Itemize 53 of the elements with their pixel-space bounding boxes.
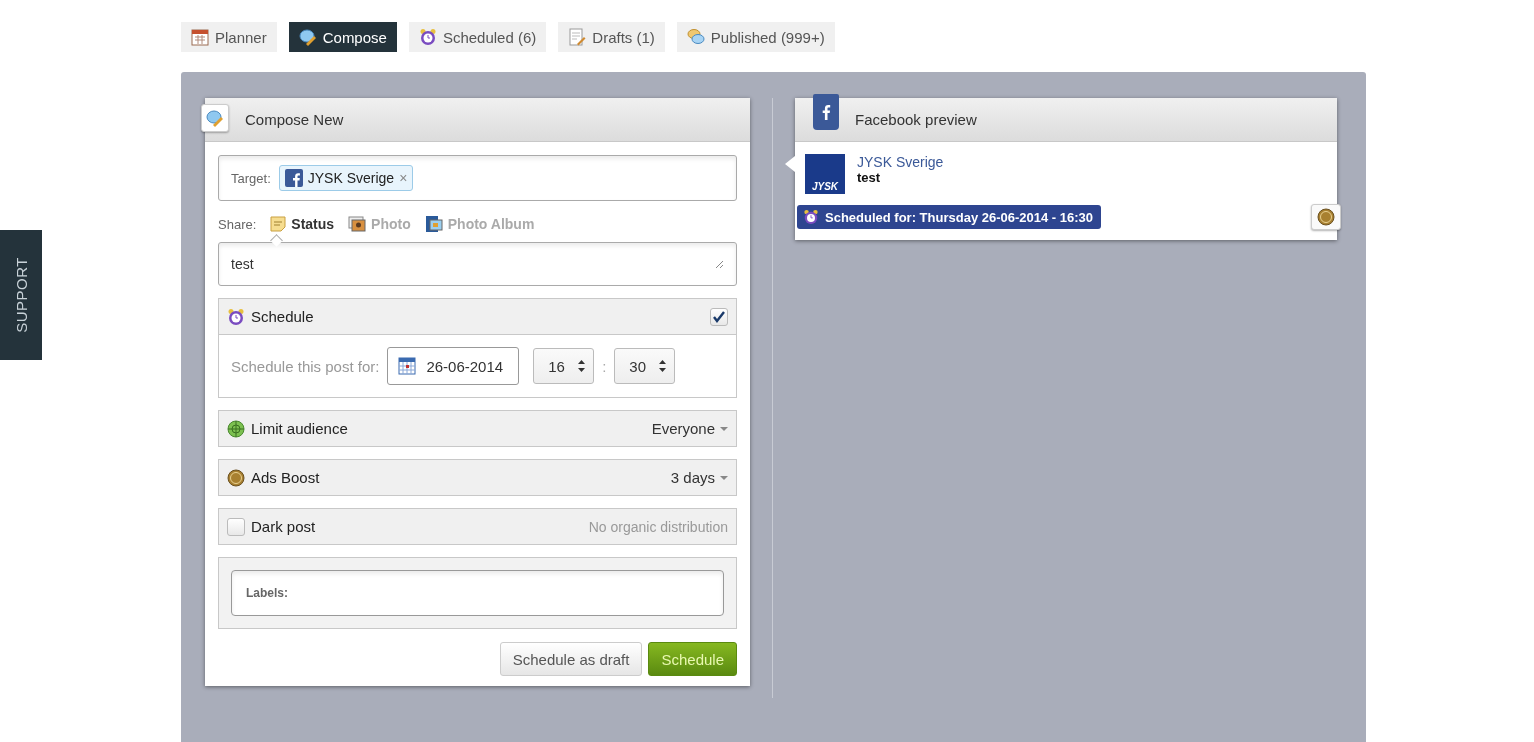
- speech-bubble-pencil-icon: [206, 109, 224, 127]
- speech-bubbles-icon: [686, 28, 705, 46]
- page-name-link[interactable]: JYSK Sverige: [857, 154, 944, 170]
- support-tab[interactable]: SUPPORT: [0, 230, 42, 360]
- chip-label: JYSK Sverige: [307, 170, 395, 186]
- draft-button[interactable]: Schedule as draft: [499, 642, 643, 676]
- nav-tab[interactable]: Planner: [181, 22, 277, 52]
- option-label: Ads Boost: [251, 469, 320, 486]
- option-label: Limit audience: [251, 420, 348, 437]
- photo-icon: [348, 216, 367, 232]
- message-field[interactable]: test: [218, 242, 737, 286]
- document-pencil-icon: [568, 28, 587, 46]
- nav-tab[interactable]: Drafts (1): [558, 22, 665, 52]
- resize-grip-icon: [715, 259, 724, 269]
- photo-album-icon: [424, 215, 443, 233]
- nav-tab[interactable]: Compose: [288, 22, 397, 52]
- note-icon: [270, 216, 287, 232]
- facebook-tab-icon: [813, 94, 839, 130]
- option-dropdown[interactable]: 3 days: [670, 469, 728, 486]
- hour-spinner[interactable]: 16: [533, 348, 595, 384]
- card-title: Compose New: [245, 111, 344, 128]
- page-logo: JYSK: [805, 154, 845, 194]
- checkbox[interactable]: [227, 517, 245, 536]
- minute-spinner[interactable]: 30: [614, 348, 676, 384]
- share-label: Share:: [218, 216, 257, 232]
- coin-icon: [227, 468, 245, 487]
- alarm-clock-icon: [227, 307, 245, 326]
- nav-tab[interactable]: Scheduled (6): [408, 22, 547, 52]
- card-title: Facebook preview: [855, 111, 977, 128]
- speech-bubble-pencil-icon: [298, 28, 317, 46]
- caret-icon: [720, 426, 728, 431]
- boost-button[interactable]: [1311, 204, 1341, 230]
- alarm-clock-icon: [418, 28, 437, 46]
- calendar-icon: [398, 357, 417, 375]
- date-field[interactable]: 26-06-2014: [387, 347, 520, 385]
- target-field[interactable]: Target: JYSK Sverige ×: [218, 155, 737, 201]
- facebook-icon: [284, 169, 303, 187]
- option-dropdown[interactable]: Everyone: [651, 420, 728, 437]
- globe-icon: [227, 419, 245, 438]
- post-text: test: [857, 170, 882, 185]
- time-separator: :: [602, 357, 607, 375]
- caret-icon: [720, 475, 728, 480]
- calendar-icon: [191, 28, 209, 46]
- labels-field[interactable]: Labels:: [231, 570, 724, 616]
- schedule-label: Schedule this post for:: [231, 357, 380, 375]
- alarm-clock-icon: [803, 209, 819, 225]
- checkbox[interactable]: [710, 307, 728, 326]
- scheduled-badge: Scheduled for: Thursday 26-06-2014 - 16:30: [797, 205, 1102, 229]
- option-note: No organic distribution: [588, 518, 728, 535]
- nav-tab[interactable]: Published (999+): [676, 22, 835, 52]
- option-label: Dark post: [251, 518, 316, 535]
- coin-icon: [1317, 208, 1335, 226]
- section-title: Schedule: [251, 308, 314, 325]
